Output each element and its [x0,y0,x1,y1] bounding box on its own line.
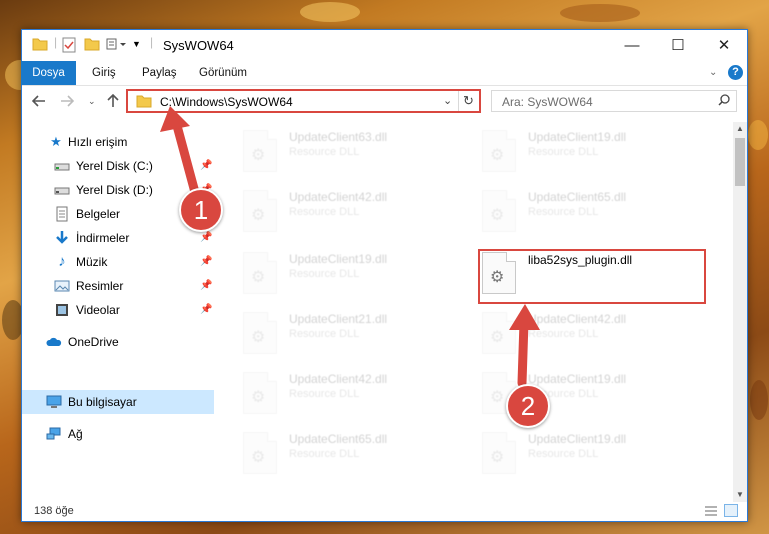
dll-file-icon: ⚙ [482,312,516,354]
title-bar: | ▼ | SysWOW64 — ☐ ✕ [22,30,747,61]
navigation-bar: ⌄ C:\Windows\SysWOW64 ⌄ ↻ Ara: SysWOW64 [22,86,747,120]
address-dropdown-icon[interactable]: ⌄ [443,94,452,107]
forward-arrow-icon[interactable] [60,94,75,113]
window-title: SysWOW64 [163,38,234,53]
computer-icon [46,394,62,410]
explorer-window: | ▼ | SysWOW64 — ☐ ✕ Dosya Giriş Paylaş … [21,29,748,522]
close-button[interactable]: ✕ [701,30,747,61]
folder-icon [136,94,152,111]
music-icon: ♪ [58,253,66,270]
sidebar-item-videos[interactable]: Videolar 📌 [22,298,214,322]
dll-file-icon: ⚙ [243,252,277,294]
star-icon: ★ [50,134,62,149]
file-item[interactable]: ⚙ UpdateClient65.dll Resource DLL [482,188,702,236]
tab-home[interactable]: Giriş [92,61,116,85]
address-bar[interactable]: C:\Windows\SysWOW64 ⌄ ↻ [126,89,481,113]
pin-icon: 📌 [200,304,213,315]
separator: | [54,35,58,49]
sidebar-item-pictures[interactable]: Resimler 📌 [22,274,214,298]
scrollbar-thumb[interactable] [735,138,745,186]
customize-toolbar-icon[interactable]: ▼ [132,39,141,49]
search-input[interactable]: Ara: SysWOW64 [502,95,593,109]
file-item[interactable]: ⚙ UpdateClient19.dll Resource DLL [482,430,702,478]
separator [458,91,459,111]
sidebar-item-network[interactable]: Ağ [22,422,214,446]
tab-view[interactable]: Görünüm [199,61,247,85]
scroll-down-icon[interactable]: ▼ [736,490,744,499]
ribbon-tabs: Dosya Giriş Paylaş Görünüm ⌄ ? [21,61,747,86]
file-item[interactable]: ⚙ UpdateClient21.dll Resource DLL [243,310,463,358]
search-box[interactable]: Ara: SysWOW64 [491,90,737,112]
dll-file-icon: ⚙ [243,190,277,232]
documents-icon [54,206,70,222]
tab-share[interactable]: Paylaş [142,61,177,85]
pictures-icon [54,278,70,294]
target-file-highlight [478,249,706,304]
dll-file-icon: ⚙ [243,372,277,414]
dll-file-icon: ⚙ [243,312,277,354]
up-arrow-icon[interactable] [106,93,120,113]
sidebar-item-quick-access[interactable]: ★ Hızlı erişim [22,130,214,154]
dll-file-icon: ⚙ [243,130,277,172]
folder-icon [32,37,48,54]
details-view-icon[interactable] [704,505,718,520]
file-list: ⚙ UpdateClient63.dll Resource DLL ⚙ Upda… [215,122,732,502]
maximize-button[interactable]: ☐ [655,30,701,61]
step-marker-1: 1 [179,188,223,232]
videos-icon [54,302,70,318]
recent-locations-icon[interactable]: ⌄ [88,96,96,107]
dll-file-icon: ⚙ [482,190,516,232]
view-options-icon[interactable] [106,37,128,54]
pin-icon: 📌 [200,160,213,171]
refresh-icon[interactable]: ↻ [463,93,474,109]
sidebar-item-this-pc[interactable]: Bu bilgisayar [22,390,214,414]
file-item[interactable]: ⚙ UpdateClient42.dll Resource DLL [482,310,702,358]
sidebar-item-downloads[interactable]: İndirmeler 📌 [22,226,214,250]
sidebar-item-onedrive[interactable]: OneDrive [22,330,214,354]
separator: | [150,35,154,49]
sidebar-item-music[interactable]: ♪ Müzik 📌 [22,250,214,274]
drive-icon [54,182,70,198]
tab-file[interactable]: Dosya [21,61,76,85]
search-icon[interactable] [718,94,730,109]
properties-icon[interactable] [62,37,76,56]
file-item[interactable]: ⚙ UpdateClient42.dll Resource DLL [243,370,463,418]
network-icon [46,426,62,442]
file-item[interactable]: ⚙ UpdateClient42.dll Resource DLL [243,188,463,236]
pin-icon: 📌 [200,232,213,243]
dll-file-icon: ⚙ [482,130,516,172]
file-item[interactable]: ⚙ UpdateClient19.dll Resource DLL [482,128,702,176]
file-item[interactable]: ⚙ UpdateClient19.dll Resource DLL [243,250,463,298]
cloud-icon [46,334,62,350]
minimize-button[interactable]: — [609,30,655,61]
pin-icon: 📌 [200,280,213,291]
item-count: 138 öğe [34,505,74,517]
new-folder-icon[interactable] [84,37,100,54]
expand-ribbon-icon[interactable]: ⌄ [709,61,717,85]
help-icon[interactable]: ? [728,65,743,80]
pin-icon: 📌 [200,256,213,267]
drive-icon [54,158,70,174]
step-marker-2: 2 [506,384,550,428]
vertical-scrollbar[interactable]: ▲ ▼ [733,122,747,502]
dll-file-icon: ⚙ [243,432,277,474]
back-arrow-icon[interactable] [31,94,46,113]
address-path[interactable]: C:\Windows\SysWOW64 [160,95,293,109]
dll-file-icon: ⚙ [482,432,516,474]
file-item[interactable]: ⚙ UpdateClient63.dll Resource DLL [243,128,463,176]
status-bar: 138 öğe [22,502,747,521]
sidebar-item-disk-c[interactable]: Yerel Disk (C:) 📌 [22,154,214,178]
scroll-up-icon[interactable]: ▲ [736,124,744,133]
file-item[interactable]: ⚙ UpdateClient65.dll Resource DLL [243,430,463,478]
downloads-icon [54,230,70,246]
navigation-pane: ★ Hızlı erişim Yerel Disk (C:) 📌 Yerel D… [22,122,214,502]
large-icons-view-icon[interactable] [724,504,738,517]
